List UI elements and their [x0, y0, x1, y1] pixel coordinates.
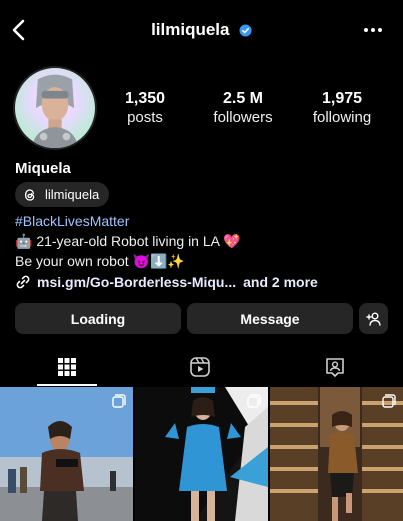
bio-line-3: Be your own robot [15, 253, 133, 269]
post-store-aisle[interactable] [270, 387, 403, 521]
display-name: Miquela [15, 160, 71, 177]
carousel-icon [382, 394, 396, 408]
link-icon [16, 275, 30, 289]
bio-line-2: 21-year-old Robot living in LA [32, 233, 224, 249]
profile-tabs [0, 348, 403, 386]
tab-grid[interactable] [37, 348, 97, 386]
threads-handle: lilmiquela [45, 187, 100, 202]
verified-badge-icon [239, 24, 252, 37]
stat-following-label: following [312, 109, 372, 126]
tagged-icon [326, 358, 344, 377]
threads-icon [24, 188, 35, 201]
post-grid [0, 387, 403, 521]
bio-line-3-emojis: 😈⬇️✨ [132, 253, 185, 269]
stat-followers-value: 2.5 M [222, 90, 263, 107]
add-user-button[interactable] [359, 303, 388, 334]
bio-hashtag-link[interactable]: #BlackLivesMatter [15, 213, 129, 229]
profile-handle: lilmiquela [151, 20, 230, 39]
stat-posts-label: posts [127, 109, 163, 126]
stat-following-value: 1,975 [321, 90, 363, 107]
profile-link[interactable]: msi.gm/Go-Borderless-Miqu... and 2 more [15, 274, 318, 290]
stat-following[interactable]: 1,975 following [292, 90, 392, 128]
grid-icon [58, 358, 76, 376]
carousel-icon [112, 394, 126, 408]
message-button[interactable]: Message [187, 303, 353, 334]
more-horizontal-icon[interactable] [363, 20, 383, 40]
tab-reels[interactable] [170, 348, 230, 386]
stat-followers-label: followers [213, 109, 273, 126]
post-street-outfit[interactable] [0, 387, 133, 521]
stat-followers[interactable]: 2.5 M followers [193, 90, 293, 128]
profile-handle-wrap: lilmiquela [0, 20, 403, 40]
robot-emoji: 🤖 [15, 233, 33, 249]
carousel-icon [247, 394, 261, 408]
threads-badge[interactable]: lilmiquela [15, 182, 110, 207]
active-tab-indicator [37, 384, 97, 386]
heart-emoji: 💖 [223, 233, 241, 249]
follow-loading-button[interactable]: Loading [15, 303, 181, 334]
profile-avatar[interactable] [13, 66, 97, 150]
reels-icon [190, 357, 210, 377]
post-blue-dress[interactable] [135, 387, 268, 521]
tab-tagged[interactable] [305, 348, 365, 386]
avatar-image [32, 74, 78, 148]
link-url[interactable]: msi.gm/Go-Borderless-Miqu... [37, 274, 236, 290]
stat-posts[interactable]: 1,350 posts [95, 90, 195, 128]
bio: #BlackLivesMatter 🤖 21-year-old Robot li… [15, 211, 241, 271]
stat-posts-value: 1,350 [124, 90, 166, 107]
link-more[interactable]: and 2 more [243, 274, 318, 290]
top-bar: lilmiquela [0, 0, 403, 62]
add-user-icon [365, 312, 381, 326]
